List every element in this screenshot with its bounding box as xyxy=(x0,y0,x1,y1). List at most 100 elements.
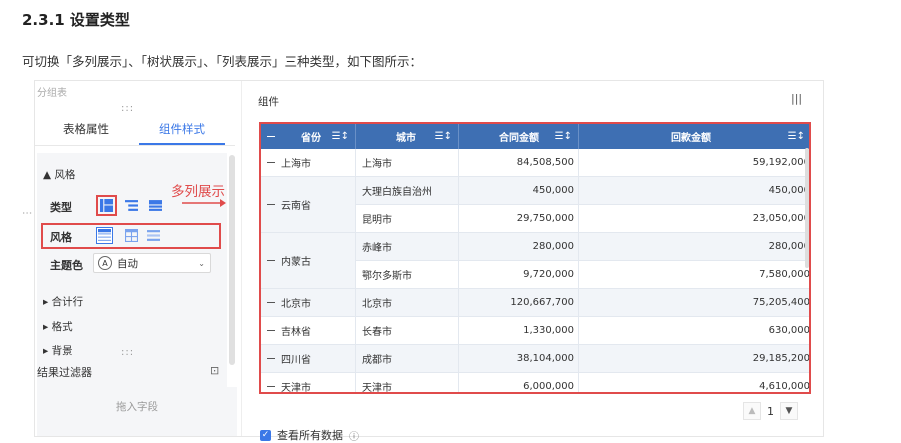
column-header-province[interactable]: 省份 ☰↕ xyxy=(261,124,356,149)
city-cell: 成都市 xyxy=(356,345,459,373)
background-group[interactable]: ▸ 背景 xyxy=(43,343,73,358)
payment-amount-cell: 29,185,200 xyxy=(579,345,809,373)
city-cell: 大理白族自治州 xyxy=(356,177,459,205)
table-scrollbar[interactable] xyxy=(805,148,809,268)
chevron-down-icon: ⌄ xyxy=(198,258,205,268)
tree-type-button[interactable] xyxy=(123,197,140,214)
tree-icon xyxy=(125,200,138,211)
style-option-2[interactable] xyxy=(123,227,140,244)
collapse-icon[interactable] xyxy=(267,385,275,388)
screenshot-frame: 分组表 ::: ⋮ 表格属性 组件样式 ▲ 风格 类型 风格 主题色 A 自动 … xyxy=(21,80,824,443)
intro-text: 可切换「多列展示」、「树状展示」、「列表展示」三种类型，如下图所示： xyxy=(22,54,423,69)
view-all-checkbox[interactable]: ✓ xyxy=(260,429,271,441)
payment-amount-cell: 630,000 xyxy=(579,317,809,345)
contract-amount-cell: 84,508,500 xyxy=(459,149,579,177)
contract-amount-cell: 9,720,000 xyxy=(459,261,579,289)
barcode-icon[interactable]: ||| xyxy=(791,92,802,105)
province-cell[interactable]: 四川省 xyxy=(261,345,356,373)
section-title: 2.3.1 设置类型 xyxy=(22,11,130,29)
province-label: 吉林省 xyxy=(281,327,311,338)
theme-color-select[interactable]: A 自动 ⌄ xyxy=(93,253,211,273)
table-header: 省份 ☰↕ 城市 ☰↕ 合同金额 ☰↕ 回款金额 ☰↕ xyxy=(261,124,809,149)
theme-color-label: 主题色 xyxy=(50,259,83,272)
collapse-icon[interactable] xyxy=(267,301,275,304)
sort-icon[interactable]: ☰↕ xyxy=(555,131,572,142)
collapse-icon[interactable] xyxy=(267,329,275,332)
drag-handle-top[interactable]: ::: xyxy=(121,103,134,114)
province-label: 四川省 xyxy=(281,355,311,366)
payment-amount-cell: 7,580,000 xyxy=(579,261,809,289)
theme-color-value: 自动 xyxy=(117,257,138,270)
province-cell[interactable]: 上海市 xyxy=(261,149,356,177)
sort-icon[interactable]: ☰↕ xyxy=(332,131,349,142)
payment-amount-cell: 59,192,000 xyxy=(579,149,809,177)
format-group[interactable]: ▸ 格式 xyxy=(43,319,73,334)
field-drop-zone[interactable]: 拖入字段 xyxy=(37,387,237,436)
contract-amount-cell: 38,104,000 xyxy=(459,345,579,373)
contract-amount-cell: 6,000,000 xyxy=(459,373,579,392)
province-label: 北京市 xyxy=(281,299,311,310)
province-label: 天津市 xyxy=(281,383,311,394)
contract-amount-cell: 280,000 xyxy=(459,233,579,261)
province-cell[interactable]: 天津市 xyxy=(261,373,356,394)
auto-theme-icon: A xyxy=(98,256,112,270)
province-cell[interactable]: 云南省 xyxy=(261,177,356,233)
striped-style-icon xyxy=(147,230,160,241)
view-all-label: 查看所有数据 xyxy=(277,429,343,442)
tab-component-style[interactable]: 组件样式 xyxy=(132,121,232,137)
city-cell: 长春市 xyxy=(356,317,459,345)
sort-icon[interactable]: ☰↕ xyxy=(788,131,805,142)
province-label: 内蒙古 xyxy=(281,257,311,268)
city-cell: 鄂尔多斯市 xyxy=(356,261,459,289)
payment-amount-cell: 23,050,000 xyxy=(579,205,809,233)
prev-page-button[interactable]: ▲ xyxy=(743,402,761,420)
tab-table-properties[interactable]: 表格属性 xyxy=(36,121,136,137)
view-all-row[interactable]: ✓ 查看所有数据 ⓘ xyxy=(260,427,359,443)
province-label: 云南省 xyxy=(281,201,311,212)
province-cell[interactable]: 北京市 xyxy=(261,289,356,317)
collapse-icon[interactable] xyxy=(267,135,275,138)
collapse-icon[interactable] xyxy=(267,357,275,360)
total-row-group[interactable]: ▸ 合计行 xyxy=(43,294,83,309)
column-header-city[interactable]: 城市 ☰↕ xyxy=(356,124,459,149)
list-type-button[interactable] xyxy=(147,197,164,214)
style-label: 风格 xyxy=(50,231,72,244)
help-icon[interactable]: ⓘ xyxy=(349,428,359,443)
drag-handle-bottom[interactable]: ::: xyxy=(121,347,134,358)
province-cell[interactable]: 吉林省 xyxy=(261,317,356,345)
sort-icon[interactable]: ☰↕ xyxy=(435,131,452,142)
style-option-3[interactable] xyxy=(145,227,162,244)
collapse-icon[interactable] xyxy=(267,161,275,164)
column-header-payment[interactable]: 回款金额 ☰↕ xyxy=(579,124,809,149)
annotation-arrow-icon xyxy=(182,199,226,207)
contract-amount-cell: 120,667,700 xyxy=(459,289,579,317)
list-icon xyxy=(149,200,162,211)
column-header-contract[interactable]: 合同金额 ☰↕ xyxy=(459,124,579,149)
pagination: ▲ 1 ▼ xyxy=(743,402,798,420)
collapse-icon[interactable] xyxy=(267,203,275,206)
data-table: 省份 ☰↕ 城市 ☰↕ 合同金额 ☰↕ 回款金额 ☰↕ 上海市 84,508,50… xyxy=(259,122,811,394)
payment-amount-cell: 280,000 xyxy=(579,233,809,261)
multi-column-icon xyxy=(100,199,113,212)
province-cell[interactable]: 内蒙古 xyxy=(261,233,356,289)
drag-handle-side[interactable]: ⋮ xyxy=(21,208,32,219)
panel-subtitle: 分组表 xyxy=(37,88,67,99)
contract-amount-cell: 450,000 xyxy=(459,177,579,205)
settings-scrollbar[interactable] xyxy=(229,155,235,365)
city-cell: 天津市 xyxy=(356,373,459,392)
province-label: 上海市 xyxy=(281,159,311,170)
city-cell: 赤峰市 xyxy=(356,233,459,261)
collapse-icon[interactable] xyxy=(267,259,275,262)
drop-hint: 拖入字段 xyxy=(116,401,158,413)
multi-column-type-button[interactable] xyxy=(96,195,117,216)
page-number: 1 xyxy=(767,404,774,418)
city-cell: 北京市 xyxy=(356,289,459,317)
city-cell: 昆明市 xyxy=(356,205,459,233)
next-page-button[interactable]: ▼ xyxy=(780,402,798,420)
style-option-1[interactable] xyxy=(96,227,113,244)
contract-amount-cell: 1,330,000 xyxy=(459,317,579,345)
grid-style-icon xyxy=(98,229,111,241)
filter-lock-icon[interactable]: ⊡ xyxy=(210,364,219,377)
style-group-header[interactable]: ▲ 风格 xyxy=(43,167,75,182)
table-style-icon xyxy=(125,229,138,242)
